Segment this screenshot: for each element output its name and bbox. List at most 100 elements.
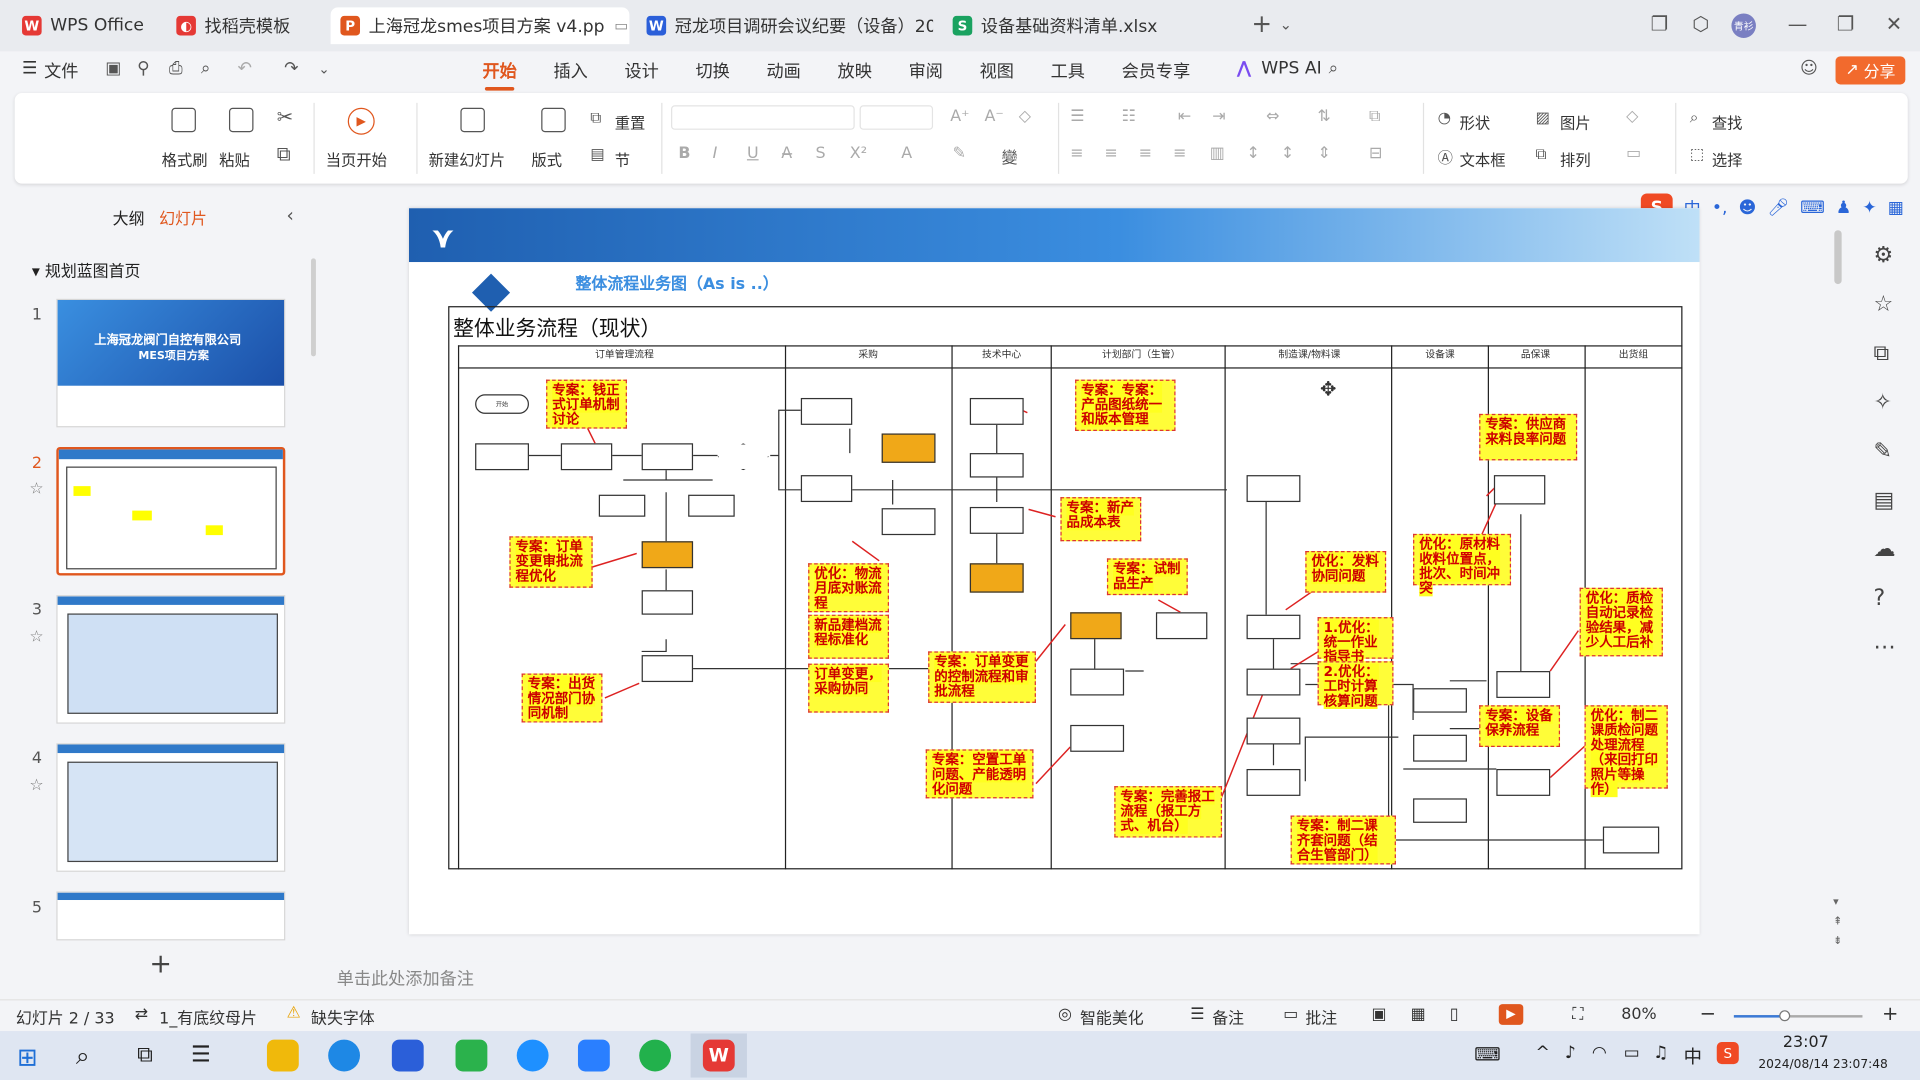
process-box[interactable] xyxy=(1246,668,1301,696)
process-box[interactable] xyxy=(1246,717,1301,745)
reset-button[interactable]: 重置 xyxy=(615,110,646,133)
arrange-icon[interactable]: ⧉ xyxy=(1536,144,1547,164)
tab-docer[interactable]: ◐ 找稻壳模板 xyxy=(167,7,324,44)
indent-decrease-icon[interactable]: ⇤ xyxy=(1178,108,1191,126)
qq-icon[interactable] xyxy=(516,1039,549,1072)
annotation-note[interactable]: 专案：完善报工流程（报工方式、机台） xyxy=(1114,786,1223,838)
zoom-in-icon[interactable]: + xyxy=(1882,1002,1898,1025)
annotation-note[interactable]: 2.优化：工时计算核算问题 xyxy=(1317,661,1394,709)
process-box[interactable] xyxy=(969,453,1024,478)
annotation-note[interactable]: 优化：发料协同问题 xyxy=(1305,551,1387,593)
process-box[interactable] xyxy=(1070,724,1125,752)
sogou-tray-icon[interactable]: S xyxy=(1716,1042,1739,1065)
slide-thumb-1[interactable]: 上海冠龙阀门自控有限公司 MES项目方案 xyxy=(56,298,286,428)
notes-button[interactable]: 备注 xyxy=(1212,1005,1244,1028)
redo-icon[interactable]: ↷ xyxy=(284,59,298,79)
edge-icon[interactable] xyxy=(328,1039,361,1072)
annotation-note[interactable]: 专案：订单变更的控制流程和审批流程 xyxy=(928,651,1036,703)
process-box[interactable] xyxy=(1496,671,1551,698)
list-icon[interactable]: ☰ xyxy=(191,1042,211,1068)
hamburger-icon[interactable]: ☰ xyxy=(22,59,37,79)
select-button[interactable]: 选择 xyxy=(1712,147,1743,170)
fill-icon[interactable]: ◇ xyxy=(1626,108,1638,126)
justify-icon[interactable]: ≡ xyxy=(1173,144,1186,162)
annotation-note[interactable]: 优化：质检自动记录检验结果，减少人工后补 xyxy=(1579,587,1663,657)
collapse-icon[interactable]: ‹ xyxy=(287,204,294,226)
font-color-icon[interactable]: A xyxy=(901,144,912,162)
process-box[interactable] xyxy=(1246,768,1301,796)
format-painter-icon[interactable] xyxy=(171,107,196,133)
process-box[interactable] xyxy=(1413,734,1467,762)
picture-icon[interactable]: ▨ xyxy=(1536,108,1550,126)
keyboard-icon[interactable]: ⌨ xyxy=(1474,1043,1501,1065)
windows-start-icon[interactable]: ⊞ xyxy=(17,1042,38,1071)
highlight-process-box[interactable] xyxy=(881,433,936,463)
add-slide-icon[interactable]: + xyxy=(149,949,172,980)
backup-icon[interactable]: ☁ xyxy=(1873,536,1895,562)
play-current-button[interactable]: 当页开始 xyxy=(326,147,387,170)
menu-slideshow[interactable]: 放映 xyxy=(838,59,872,83)
bullets-icon[interactable]: ☰ xyxy=(1070,108,1084,126)
text-box-align-icon[interactable]: ⊟ xyxy=(1369,144,1382,162)
chat-icon[interactable]: ☺ xyxy=(1800,59,1818,79)
annotation-note[interactable]: 专案：新产品成本表 xyxy=(1060,497,1142,542)
underline-icon[interactable]: U xyxy=(747,144,759,162)
save-icon[interactable]: ▣ xyxy=(105,59,121,79)
find-button[interactable]: 查找 xyxy=(1712,110,1743,133)
chevron-down-icon[interactable]: ⌄ xyxy=(1280,16,1292,33)
annotation-note[interactable]: 订单变更，采购协同 xyxy=(808,663,889,713)
process-box[interactable] xyxy=(1413,688,1467,713)
undo-icon[interactable]: ↶ xyxy=(238,59,252,79)
clock-time[interactable]: 23:07 xyxy=(1783,1033,1829,1051)
annotation-note[interactable]: 专案：订单变更审批流程优化 xyxy=(509,536,593,588)
menu-animation[interactable]: 动画 xyxy=(767,59,801,83)
highlight-process-box[interactable] xyxy=(641,541,694,569)
skin-icon[interactable]: ✦ xyxy=(1862,198,1876,218)
line-spacing-icon[interactable]: ↕ xyxy=(1247,144,1260,162)
highlight-icon[interactable]: ✎ xyxy=(953,144,966,162)
ime-indicator[interactable]: 中 xyxy=(1684,1043,1702,1069)
process-box[interactable] xyxy=(969,506,1024,534)
page-down-icon[interactable]: ⇟ xyxy=(1833,936,1842,948)
remote-desktop-icon[interactable] xyxy=(455,1039,488,1072)
copy-icon[interactable]: ⧉ xyxy=(277,142,291,166)
process-box[interactable] xyxy=(1070,668,1125,696)
text-direction-icon[interactable]: ⇔ xyxy=(1266,108,1279,126)
slide-library-icon[interactable]: ⧉ xyxy=(1873,340,1889,366)
font-size-select[interactable] xyxy=(859,105,934,130)
comments-button[interactable]: 批注 xyxy=(1305,1005,1337,1028)
missing-font-button[interactable]: 缺失字体 xyxy=(311,1005,375,1028)
chevron-up-icon[interactable]: ^ xyxy=(1536,1043,1550,1063)
minimize-icon[interactable]: — xyxy=(1788,12,1808,35)
zoom-out-icon[interactable]: − xyxy=(1700,1002,1716,1025)
menu-wps-ai[interactable]: WPS AI xyxy=(1261,59,1321,79)
close-icon[interactable]: ✕ xyxy=(1886,12,1902,35)
textbox-button[interactable]: 文本框 xyxy=(1460,147,1506,170)
menu-design[interactable]: 设计 xyxy=(624,59,658,83)
textbox-icon[interactable]: Ⓐ xyxy=(1438,144,1453,167)
annotation-note[interactable]: 专案：钱正式订单机制讨论 xyxy=(546,379,627,429)
indent-increase-icon[interactable]: ⇥ xyxy=(1212,108,1225,126)
annotation-note[interactable]: 专案：制二课齐套问题（结合生管部门） xyxy=(1290,815,1396,865)
section-header[interactable]: ▾ 规划蓝图首页 xyxy=(32,258,141,281)
process-box[interactable] xyxy=(800,397,853,425)
wifi-icon[interactable]: ◠ xyxy=(1592,1043,1607,1063)
menu-review[interactable]: 审阅 xyxy=(909,59,943,83)
keyboard-icon[interactable]: ⌨ xyxy=(1800,198,1825,218)
process-box[interactable] xyxy=(641,655,694,683)
slideshow-play-icon[interactable]: ▶ xyxy=(1498,1004,1524,1025)
annotation-note[interactable]: 优化：原材料收料位置点，批次、时间冲突 xyxy=(1413,533,1512,597)
volume-icon[interactable]: ♫ xyxy=(1653,1043,1668,1063)
user-icon[interactable]: ♟ xyxy=(1836,198,1851,218)
tools-icon[interactable]: ✎ xyxy=(1873,438,1891,464)
paragraph-spacing-icon[interactable]: ↕ xyxy=(1281,144,1294,162)
outline-icon[interactable]: ▭ xyxy=(1626,144,1641,162)
chevron-down-icon[interactable]: ⌄ xyxy=(318,61,329,77)
microphone-icon[interactable]: 🎤︎ xyxy=(1767,198,1789,218)
superscript-icon[interactable]: X² xyxy=(850,144,867,162)
annotation-note[interactable]: 专案：供应商来料良率问题 xyxy=(1479,413,1578,461)
shape-button[interactable]: 形状 xyxy=(1460,110,1491,133)
tab-wps-office[interactable]: W WPS Office xyxy=(12,7,154,44)
normal-view-icon[interactable]: ▣ xyxy=(1371,1005,1386,1023)
process-box[interactable] xyxy=(1246,475,1301,503)
